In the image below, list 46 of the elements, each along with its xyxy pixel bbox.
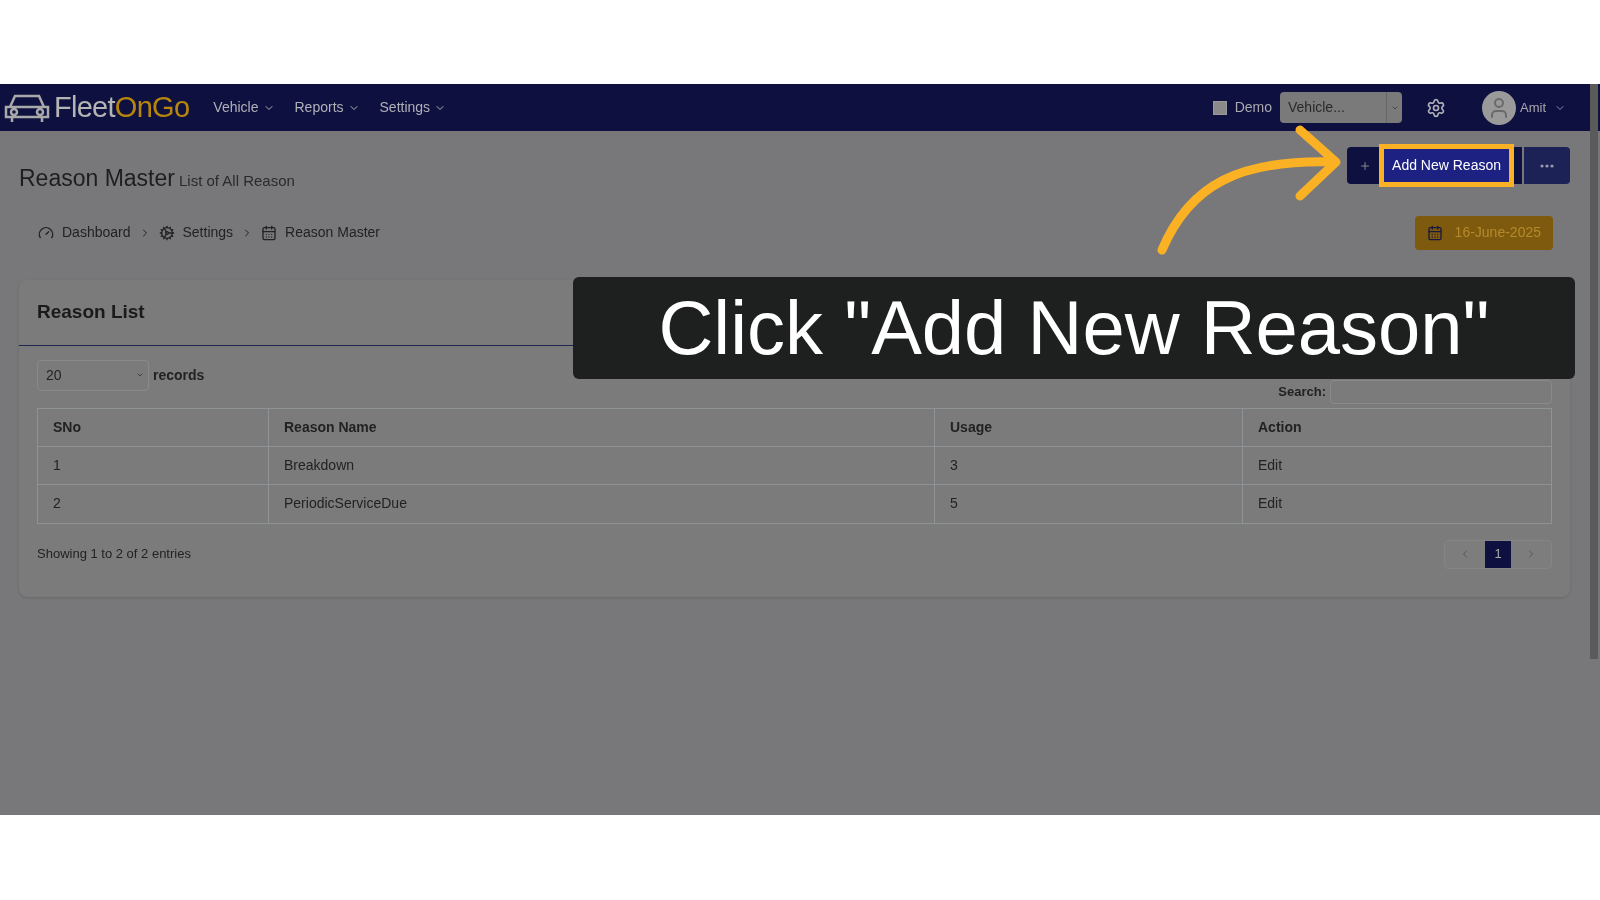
gauge-icon [38,224,54,241]
page-button[interactable]: 1 [1485,540,1511,568]
breadcrumb-link[interactable]: Reason Master [285,222,381,243]
vehicle-select[interactable]: Vehicle... [1280,92,1402,123]
table-cell-text: 3 [950,455,958,475]
demo-label: Demo [1234,98,1272,117]
more-icon [1540,163,1554,168]
callout-tooltip: Click "Add New Reason" [573,277,1575,379]
add-new-reason-button[interactable]: Add New Reason [1347,147,1522,184]
calendar-icon [261,224,278,241]
caret-icon [136,371,144,379]
settings-icon[interactable] [1426,97,1446,118]
edit-link[interactable]: Edit [1258,493,1283,514]
table-cell-text: Breakdown [284,455,355,475]
page-title: Reason Master [19,164,175,193]
edit-link[interactable]: Edit [1258,454,1283,476]
date-badge: 16-June-2025 [1414,215,1553,250]
entries-info: Showing 1 to 2 of 2 entries [37,545,191,564]
demo-checkbox[interactable] [1212,100,1227,115]
more-button[interactable] [1524,147,1570,184]
nav-menu[interactable]: Reports [294,97,360,118]
user-name[interactable]: Amit [1520,97,1546,118]
gears-icon [158,224,175,241]
card-title: Reason List [37,299,145,324]
search-field[interactable] [1330,379,1552,404]
calendar-icon [1426,224,1443,241]
table-cell-text: PeriodicServiceDue [284,494,407,513]
breadcrumb-link[interactable]: Settings [182,222,234,243]
column-header[interactable]: SNo [53,416,81,438]
page-subtitle: List of All Reason [178,171,295,191]
table-cell-text: 2 [53,494,61,513]
avatar-icon [1482,90,1516,125]
nav-menu[interactable]: Vehicle [213,97,275,118]
nav-menu[interactable]: Settings [379,97,447,118]
column-header[interactable]: Usage [950,416,993,438]
breadcrumb-link[interactable]: Dashboard [62,222,131,243]
app-logo[interactable]: FleetOnGo [54,85,190,130]
search-label: Search: [1278,382,1326,401]
page-size-select[interactable]: 20 [37,359,149,391]
scrollbar[interactable] [1590,84,1598,659]
column-header[interactable]: Action [1258,416,1302,438]
records-label: records [153,365,205,385]
plus-icon [1359,159,1372,172]
column-header[interactable]: Reason Name [284,416,377,438]
table-cell-text: 1 [53,455,61,475]
table-cell-text: 5 [950,494,958,513]
